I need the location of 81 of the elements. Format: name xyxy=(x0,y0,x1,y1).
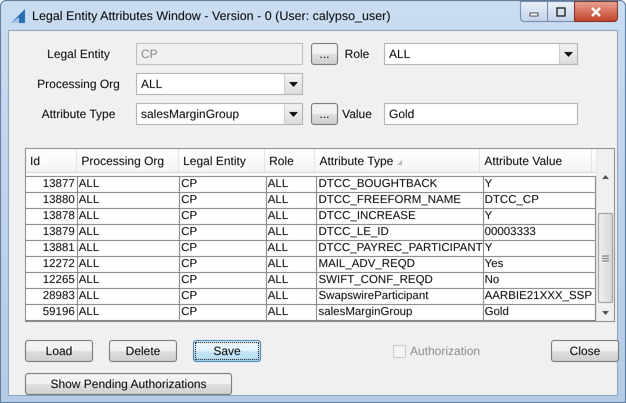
field-label: Value xyxy=(341,107,373,121)
table-cell: 13877 xyxy=(26,177,78,192)
table-cell: CP xyxy=(180,257,267,272)
column-header[interactable]: Processing Org xyxy=(77,149,180,172)
dropdown[interactable]: salesMarginGroup xyxy=(136,103,303,125)
column-header[interactable]: Id xyxy=(26,149,78,172)
action-button[interactable]: Save xyxy=(193,340,261,362)
minimize-button[interactable] xyxy=(520,1,548,22)
dropdown-arrow-icon xyxy=(289,112,298,116)
table-cell: 59196 xyxy=(26,305,78,320)
table-cell: ALL xyxy=(78,177,180,192)
table-cell: ALL xyxy=(266,289,318,304)
close-icon xyxy=(590,6,602,16)
table-cell: ALL xyxy=(78,257,180,272)
field-label: Legal Entity xyxy=(46,47,111,61)
table-cell: 28983 xyxy=(26,289,78,304)
table-cell: 13878 xyxy=(26,209,78,224)
table-cell: CP xyxy=(180,209,267,224)
table-cell: CP xyxy=(180,289,267,304)
table-cell: ALL xyxy=(78,273,180,288)
grip-icon xyxy=(602,254,609,262)
table-cell: CP xyxy=(180,225,267,240)
table-cell: CP xyxy=(180,177,267,192)
table-cell: salesMarginGroup xyxy=(317,305,484,320)
table-cell: 12265 xyxy=(26,273,78,288)
window-title: Legal Entity Attributes Window - Version - 0 (User: calypso_user) xyxy=(32,8,390,22)
table-cell: ALL xyxy=(266,225,318,240)
table-cell: ALL xyxy=(266,273,318,288)
app-logo-icon xyxy=(10,8,26,24)
scrollbar-thumb[interactable] xyxy=(598,213,613,303)
table-cell: DTCC_INCREASE xyxy=(317,209,484,224)
sort-icon xyxy=(397,160,402,166)
maximize-button[interactable] xyxy=(547,1,575,22)
table-cell: ALL xyxy=(266,193,318,208)
table-cell: CP xyxy=(180,273,267,288)
table-cell: ALL xyxy=(266,177,318,192)
column-header[interactable]: Attribute Value xyxy=(480,149,592,172)
action-button[interactable]: Load xyxy=(25,340,93,362)
column-header[interactable]: Role xyxy=(265,149,316,172)
dropdown[interactable]: ALL xyxy=(384,43,578,65)
table-cell: DTCC_LE_ID xyxy=(317,225,484,240)
table-cell: ALL xyxy=(266,209,318,224)
close-window-button[interactable] xyxy=(574,1,618,22)
close-button[interactable]: Close xyxy=(551,340,619,362)
table-cell: ALL xyxy=(266,241,318,256)
table-cell: SWIFT_CONF_REQD xyxy=(317,273,484,288)
table-cell: 12272 xyxy=(26,257,78,272)
table-cell: ALL xyxy=(266,257,318,272)
table-cell: ALL xyxy=(78,209,180,224)
dropdown-arrow-icon xyxy=(564,52,573,56)
text-field[interactable]: Gold xyxy=(384,103,578,125)
field-label: Role xyxy=(344,47,370,61)
field-label: Attribute Type xyxy=(40,107,116,121)
table-cell: CP xyxy=(180,193,267,208)
table-cell: CP xyxy=(180,241,267,256)
table-cell: DTCC_BOUGHTBACK xyxy=(317,177,484,192)
field-label: Processing Org xyxy=(36,77,121,91)
dropdown-arrow-icon xyxy=(289,82,298,86)
checkbox-label: Authorization xyxy=(410,344,480,358)
table-cell: ALL xyxy=(78,289,180,304)
column-header[interactable]: Attribute Type xyxy=(315,149,480,172)
action-button[interactable]: Delete xyxy=(109,340,177,362)
table-cell: 13879 xyxy=(26,225,78,240)
dropdown[interactable]: ALL xyxy=(136,73,303,95)
table-cell: ALL xyxy=(78,305,180,320)
lookup-button[interactable]: ... xyxy=(311,43,338,65)
maximize-icon xyxy=(556,6,566,16)
table-cell: ALL xyxy=(266,305,318,320)
column-header[interactable]: Legal Entity xyxy=(179,149,266,172)
table-cell: ALL xyxy=(78,225,180,240)
table-cell: 13880 xyxy=(26,193,78,208)
table-cell: DTCC_FREEFORM_NAME xyxy=(317,193,484,208)
table-cell: ALL xyxy=(78,241,180,256)
table-cell: ALL xyxy=(78,193,180,208)
pending-authorizations-button[interactable]: Show Pending Authorizations xyxy=(25,373,232,395)
table-cell: CP xyxy=(180,305,267,320)
lookup-button[interactable]: ... xyxy=(311,103,338,125)
table-cell: MAIL_ADV_REQD xyxy=(317,257,484,272)
table-cell: SwapswireParticipant xyxy=(317,289,484,304)
table-cell: DTCC_PAYREC_PARTICIPANT xyxy=(317,241,484,256)
table-cell: 13881 xyxy=(26,241,78,256)
